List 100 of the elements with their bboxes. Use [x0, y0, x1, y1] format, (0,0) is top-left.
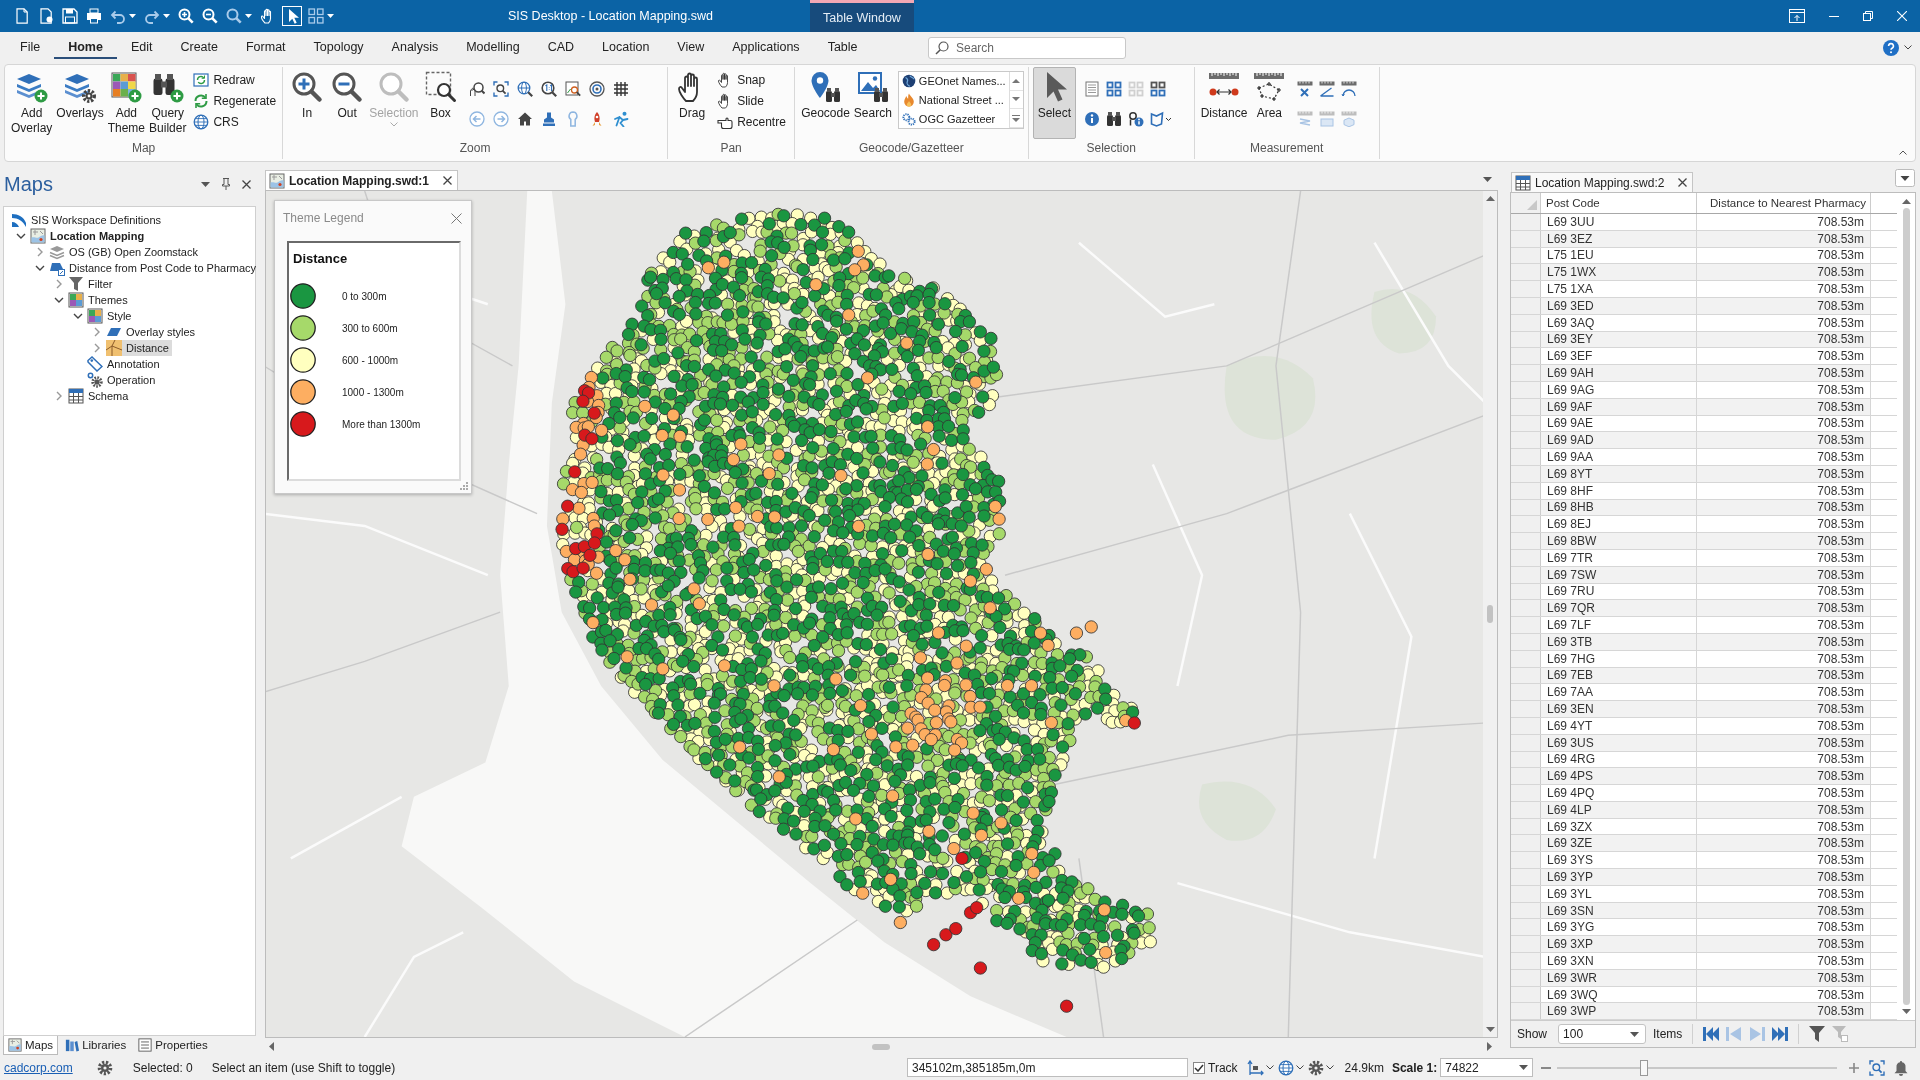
chevron-right-icon[interactable]	[94, 327, 100, 337]
menu-tab[interactable]: Edit	[116, 36, 167, 59]
recentre-button[interactable]: Recentre	[715, 113, 788, 131]
expand-gallery-icon[interactable]	[1012, 114, 1021, 122]
info-icon[interactable]	[1084, 111, 1101, 127]
scroll-up-icon[interactable]	[1012, 78, 1021, 84]
ruler-cross-icon[interactable]	[1297, 81, 1314, 97]
four-squares-icon[interactable]	[1106, 81, 1123, 97]
menu-tab[interactable]: Modelling	[452, 36, 534, 59]
menu-tab[interactable]: CAD	[533, 36, 589, 59]
menu-tab[interactable]: View	[663, 36, 719, 59]
column-header[interactable]: Post Code	[1541, 193, 1697, 213]
gazetteer-item[interactable]: OGC Gazetteer	[901, 111, 1006, 126]
plus-icon[interactable]	[1849, 1062, 1860, 1073]
running-figure-icon[interactable]	[612, 111, 629, 127]
tree-item[interactable]: Location Mapping	[30, 228, 148, 244]
caret-icon[interactable]	[129, 14, 136, 18]
document-tab[interactable]: Location Mapping.swd:2	[1511, 172, 1694, 192]
tree-item[interactable]: Distance	[106, 340, 172, 356]
add-overlay-button[interactable]: Add Overlay	[9, 67, 55, 139]
globe-magnifier-icon[interactable]	[516, 81, 533, 97]
chevron-down-icon[interactable]	[54, 297, 64, 303]
corners-magnifier-icon[interactable]	[1869, 1059, 1886, 1076]
binoculars-icon[interactable]	[1106, 111, 1123, 127]
scroll-down-icon[interactable]	[1901, 1009, 1911, 1014]
tree-item[interactable]: Overlay styles	[106, 324, 199, 340]
redraw-button[interactable]: Redraw	[191, 71, 279, 89]
regenerate-button[interactable]: Regenerate	[191, 92, 279, 110]
collapse-ribbon-icon[interactable]	[1899, 150, 1907, 155]
scroll-thumb[interactable]	[1902, 208, 1910, 1005]
new-page-icon[interactable]	[14, 8, 30, 24]
menu-tab[interactable]: Table	[813, 36, 872, 59]
dropdown-arrow-icon[interactable]	[1483, 177, 1492, 182]
gazetteer-item[interactable]: GEOnet Names...	[901, 74, 1006, 89]
menu-tab[interactable]: Home	[54, 36, 117, 59]
tree-item[interactable]: OS (GB) Open Zoomstack	[49, 244, 201, 260]
close-icon[interactable]	[451, 212, 462, 224]
slide-button[interactable]: Slide	[715, 92, 788, 110]
crs-button[interactable]: CRS	[191, 113, 279, 131]
tree-item[interactable]: SIS Workspace Definitions	[11, 212, 165, 228]
corners-magnifier-icon[interactable]	[492, 81, 509, 97]
zoom-in-button[interactable]: In	[287, 67, 328, 124]
info-tag-icon[interactable]	[1128, 111, 1145, 127]
menu-tab[interactable]: Format	[231, 36, 300, 59]
save-icon[interactable]	[62, 8, 78, 24]
page-size-dropdown[interactable]: 100	[1558, 1024, 1647, 1044]
bell-icon[interactable]	[1893, 1059, 1910, 1076]
ruler-cube-icon[interactable]	[1341, 111, 1358, 127]
snap-button[interactable]: Snap	[715, 71, 788, 89]
gazetteer-item[interactable]: National Street ...	[901, 93, 1006, 107]
track-checkbox[interactable]	[1193, 1061, 1205, 1074]
query-builder-button[interactable]: Query Builder	[147, 67, 189, 139]
caret-icon[interactable]	[245, 14, 252, 18]
zoom-box-button[interactable]: Box	[420, 67, 461, 124]
funnel-icon[interactable]	[1809, 1026, 1826, 1042]
zoom-out-icon[interactable]	[202, 8, 218, 24]
stamp-icon[interactable]	[540, 111, 557, 127]
tree-item[interactable]: Operation	[87, 372, 159, 388]
undo-icon[interactable]	[110, 8, 126, 24]
ruler-rectangle-icon[interactable]	[1319, 111, 1336, 127]
tree-item[interactable]: Distance from Post Code to Pharmacy	[49, 260, 260, 276]
close-icon[interactable]	[1678, 178, 1688, 187]
menu-tab[interactable]: Analysis	[377, 36, 453, 59]
zoom-in-icon[interactable]	[178, 8, 194, 24]
add-theme-button[interactable]: Add Theme	[105, 67, 148, 139]
pin-icon[interactable]	[221, 178, 231, 190]
list-icon[interactable]	[1084, 81, 1101, 97]
gear-icon[interactable]	[96, 1059, 113, 1076]
minimize-icon[interactable]	[1829, 15, 1839, 17]
select-button[interactable]: Select	[1032, 67, 1077, 139]
restore-icon[interactable]	[1863, 11, 1873, 21]
zoom-slider[interactable]	[1557, 1059, 1838, 1076]
chevron-down-icon[interactable]	[73, 313, 83, 319]
scroll-down-icon[interactable]	[1485, 1027, 1495, 1032]
scroll-up-icon[interactable]	[1901, 199, 1911, 204]
globe-icon[interactable]	[1277, 1059, 1294, 1076]
scroll-thumb[interactable]	[1487, 605, 1493, 623]
chevron-right-icon[interactable]	[56, 279, 62, 289]
menu-tab[interactable]: Applications	[718, 36, 814, 59]
menu-tab[interactable]: Location	[588, 36, 664, 59]
tree-item[interactable]: Style	[87, 308, 135, 324]
search-button[interactable]: Search	[851, 67, 894, 124]
close-icon[interactable]	[242, 179, 251, 189]
home-icon[interactable]	[516, 111, 533, 127]
last-page-icon[interactable]	[1772, 1027, 1789, 1041]
four-squares-icon[interactable]	[1150, 81, 1167, 97]
scroll-down-icon[interactable]	[1012, 97, 1021, 102]
scroll-right-icon[interactable]	[1487, 1042, 1492, 1051]
target-icon[interactable]	[588, 81, 605, 97]
select-all-cell[interactable]	[1511, 193, 1541, 213]
scale-field[interactable]: 74822	[1440, 1058, 1534, 1077]
website-link[interactable]: cadcorp.com	[4, 1060, 73, 1075]
scroll-thumb[interactable]	[871, 1043, 890, 1050]
caret-icon[interactable]	[1265, 1065, 1274, 1070]
drag-button[interactable]: Drag	[672, 67, 713, 124]
chevron-right-icon[interactable]	[37, 247, 43, 257]
page-badge-icon[interactable]	[38, 8, 54, 24]
chevron-right-icon[interactable]	[56, 391, 62, 401]
printer-icon[interactable]	[86, 8, 102, 24]
document-tab[interactable]: Location Mapping.swd:1	[265, 170, 458, 190]
